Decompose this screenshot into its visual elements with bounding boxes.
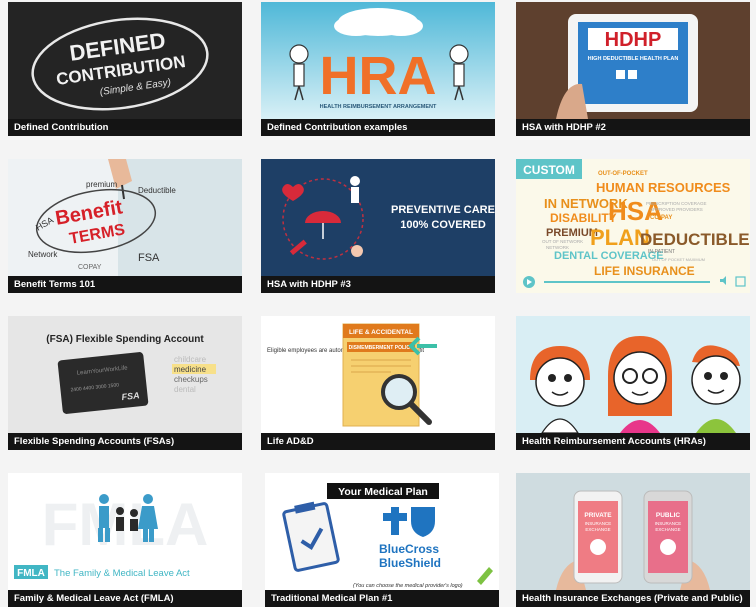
video-caption[interactable]: Defined Contribution examples <box>261 119 495 136</box>
word-cloud-item: IN-PATIENT <box>648 249 675 255</box>
video-tile[interactable]: Your Medical Plan BlueCross BlueShield (… <box>265 473 499 607</box>
video-caption[interactable]: Family & Medical Leave Act (FMLA) <box>8 590 242 607</box>
hra-subtitle: HEALTH REIMBURSEMENT ARRANGEMENT <box>320 104 437 110</box>
video-thumbnail[interactable] <box>516 316 750 433</box>
word-cloud-item: OUT-OF-POCKET <box>598 171 648 177</box>
video-tile[interactable]: FMLA FMLA The Family & Medical Leave Act… <box>8 473 242 607</box>
word-cloud-item: DEDUCTIBLES <box>640 230 750 249</box>
premium-word: premium <box>86 180 117 189</box>
word-cloud-item: LIFE INSURANCE <box>594 264 695 278</box>
policy-title: LIFE & ACCIDENTAL <box>349 329 413 336</box>
video-tile[interactable]: DEFINED CONTRIBUTION (Simple & Easy) Def… <box>8 2 242 136</box>
copay-word: COPAY <box>78 264 102 271</box>
video-tile[interactable]: CUSTOM OUT-OF-POCKET HUMAN RESOURCES IN … <box>516 159 750 293</box>
fmla-badge: FMLA <box>17 568 45 579</box>
video-tile[interactable]: Benefit TERMS HSA premium Deductible FSA… <box>8 159 242 293</box>
video-caption[interactable]: Flexible Spending Accounts (FSAs) <box>8 433 242 450</box>
public-label: PUBLIC <box>656 512 681 519</box>
video-caption[interactable]: Traditional Medical Plan #1 <box>265 590 499 607</box>
video-thumbnail[interactable]: HDHP HIGH DEDUCTIBLE HEALTH PLAN <box>516 2 750 119</box>
video-caption[interactable]: HSA with HDHP #2 <box>516 119 750 136</box>
video-tile[interactable]: HRA HEALTH REIMBURSEMENT ARRANGEMENT Def… <box>261 2 495 136</box>
video-thumbnail[interactable]: CUSTOM OUT-OF-POCKET HUMAN RESOURCES IN … <box>516 159 750 293</box>
custom-badge: CUSTOM <box>523 163 575 177</box>
provider-note: (You can choose the medical provider's l… <box>353 583 463 589</box>
video-thumbnail[interactable]: HRA HEALTH REIMBURSEMENT ARRANGEMENT <box>261 2 495 119</box>
video-tile[interactable]: Health Reimbursement Accounts (HRAs) <box>516 316 750 450</box>
video-tile[interactable]: PRIVATE INSURANCE EXCHANGE PUBLIC INSURA… <box>516 473 750 607</box>
video-thumbnail[interactable]: FMLA FMLA The Family & Medical Leave Act <box>8 473 242 590</box>
private-label: PRIVATE <box>584 512 612 519</box>
video-thumbnail[interactable]: PRIVATE INSURANCE EXCHANGE PUBLIC INSURA… <box>516 473 750 590</box>
private-label-line3: EXCHANGE <box>585 527 610 532</box>
fsa-word: FSA <box>138 252 160 264</box>
word-cloud-item: CO-PAY <box>650 215 672 221</box>
public-label-line3: EXCHANGE <box>655 527 680 532</box>
video-tile[interactable]: PREVENTIVE CARE 100% COVERED HSA with HD… <box>261 159 495 293</box>
preventive-care-title: PREVENTIVE CARE <box>391 204 495 216</box>
fsa-list-item: dental <box>174 385 196 394</box>
private-label-line2: INSURANCE <box>585 521 612 526</box>
word-cloud-item: NETWORK <box>546 245 569 250</box>
video-caption[interactable]: Defined Contribution <box>8 119 242 136</box>
hdhp-subtitle: HIGH DEDUCTIBLE HEALTH PLAN <box>588 56 679 62</box>
fsa-list-item: checkups <box>174 375 208 384</box>
covered-subtitle: 100% COVERED <box>400 219 486 231</box>
word-cloud-item: HUMAN RESOURCES <box>596 180 731 195</box>
video-caption[interactable]: Benefit Terms 101 <box>8 276 242 293</box>
video-thumbnail[interactable]: PREVENTIVE CARE 100% COVERED <box>261 159 495 276</box>
video-thumbnail[interactable]: Eligible employees are automatically enr… <box>261 316 495 433</box>
fsa-title: (FSA) Flexible Spending Account <box>46 334 204 345</box>
video-tile[interactable]: HDHP HIGH DEDUCTIBLE HEALTH PLAN HSA wit… <box>516 2 750 136</box>
brand-line1: BlueCross <box>379 542 439 556</box>
video-caption[interactable]: Health Insurance Exchanges (Private and … <box>516 590 750 607</box>
network-word: Network <box>28 250 58 259</box>
brand-line2: BlueShield <box>379 556 441 570</box>
video-thumbnail[interactable]: DEFINED CONTRIBUTION (Simple & Easy) <box>8 2 242 119</box>
video-caption[interactable]: HSA with HDHP #3 <box>261 276 495 293</box>
video-tile[interactable]: (FSA) Flexible Spending Account LearnYou… <box>8 316 242 450</box>
word-cloud-item: DISABILITY <box>550 211 617 225</box>
video-caption[interactable]: Life AD&D <box>261 433 495 450</box>
video-tile[interactable]: Eligible employees are automatically enr… <box>261 316 495 450</box>
video-caption[interactable]: Health Reimbursement Accounts (HRAs) <box>516 433 750 450</box>
word-cloud-item: OUT OF POCKET MAXIMUM <box>652 257 705 262</box>
policy-subtitle: DISMEMBERMENT POLICY <box>349 345 414 351</box>
hra-title: HRA <box>320 46 437 106</box>
card-brand: FSA <box>121 390 140 402</box>
public-label-line2: INSURANCE <box>655 521 682 526</box>
hdhp-title: HDHP <box>605 29 662 51</box>
word-cloud-item: PRESCRIPTION COVERAGE <box>646 201 707 206</box>
word-cloud-item: OUT OF NETWORK <box>542 239 583 244</box>
video-thumbnail[interactable]: (FSA) Flexible Spending Account LearnYou… <box>8 316 242 433</box>
medical-plan-title: Your Medical Plan <box>338 486 428 498</box>
fmla-background-text: FMLA <box>42 491 209 558</box>
fsa-list-item: childcare <box>174 355 207 364</box>
deductible-word: Deductible <box>138 186 176 195</box>
fmla-title: The Family & Medical Leave Act <box>54 568 190 579</box>
video-thumbnail[interactable]: Your Medical Plan BlueCross BlueShield (… <box>265 473 499 590</box>
video-thumbnail[interactable]: Benefit TERMS HSA premium Deductible FSA… <box>8 159 242 276</box>
word-cloud-item: APPROVED PROVIDERS <box>650 207 703 212</box>
fsa-list-item: medicine <box>174 365 207 374</box>
